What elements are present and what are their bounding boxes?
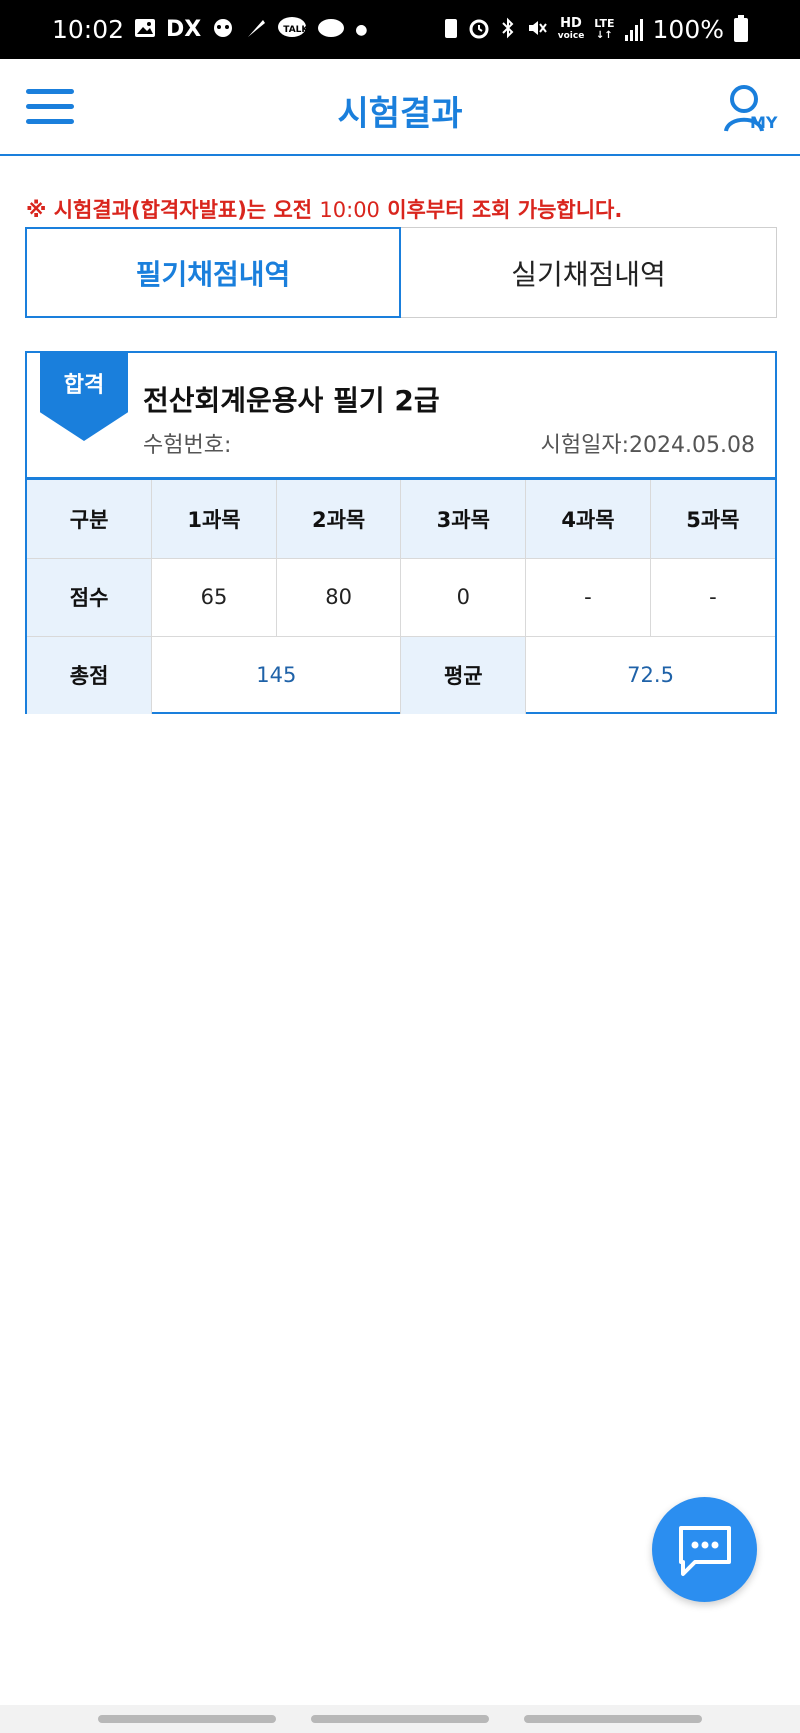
battery-percent: 100% bbox=[652, 15, 724, 44]
notice-mark: ※ bbox=[26, 198, 47, 222]
app-header: 시험결과 MY bbox=[0, 59, 800, 156]
notice-text-after: 이후부터 조회 가능합니다. bbox=[379, 198, 623, 222]
subject-4-score: - bbox=[525, 557, 651, 637]
pass-badge: 합격 bbox=[40, 351, 128, 441]
status-right: HD voice LTE ↓↑ 100% bbox=[444, 14, 748, 44]
talk-label: TALK bbox=[283, 24, 309, 35]
exam-date-value: 2024.05.08 bbox=[629, 433, 755, 458]
subject-2-score: 80 bbox=[275, 557, 402, 637]
nav-back-button[interactable] bbox=[524, 1715, 703, 1723]
average-score: 72.5 bbox=[525, 635, 775, 714]
header-label-cell: 구분 bbox=[27, 480, 153, 559]
nav-home-button[interactable] bbox=[310, 1715, 489, 1723]
result-tabs: 필기채점내역 실기채점내역 bbox=[25, 227, 777, 318]
subject-1-score: 65 bbox=[151, 557, 277, 637]
subject-2-header: 2과목 bbox=[275, 480, 402, 559]
my-label: MY bbox=[750, 113, 778, 132]
exam-number: 수험번호: bbox=[143, 427, 231, 459]
signal-icon bbox=[624, 18, 643, 41]
status-time: 10:02 bbox=[52, 15, 125, 44]
robot-icon bbox=[211, 17, 235, 42]
hd-voice-icon: HD voice bbox=[557, 15, 585, 42]
exam-date-label: 시험일자: bbox=[540, 433, 630, 458]
subject-4-header: 4과목 bbox=[525, 480, 651, 559]
battery-saver-icon bbox=[444, 17, 458, 42]
nav-recent-button[interactable] bbox=[97, 1715, 276, 1723]
hd-label: HD bbox=[560, 15, 582, 31]
exam-number-label: 수험번호: bbox=[143, 433, 232, 458]
page-title: 시험결과 bbox=[337, 94, 463, 134]
notice-time: 10:00 bbox=[319, 198, 380, 222]
average-label-cell: 평균 bbox=[400, 635, 527, 714]
system-nav-bar bbox=[0, 1705, 800, 1733]
subject-5-score: - bbox=[649, 557, 775, 637]
tab-written-score[interactable]: 필기채점내역 bbox=[25, 227, 401, 318]
subject-5-header: 5과목 bbox=[649, 480, 775, 559]
notice-text-before: 시험결과(합격자발표)는 오전 bbox=[46, 198, 320, 222]
card-header: 합격 전산회계운용사 필기 2급 수험번호: 시험일자:2024.05.08 bbox=[27, 351, 775, 480]
chat-bubble-icon bbox=[678, 1525, 731, 1576]
gallery-icon bbox=[134, 18, 156, 41]
status-bar: 10:02 DX TALK ● HD voice LTE ↓↑ 100% bbox=[0, 0, 800, 59]
cloud-icon bbox=[317, 17, 345, 42]
alarm-icon bbox=[468, 17, 490, 42]
exam-date: 시험일자:2024.05.08 bbox=[541, 427, 755, 459]
chat-button[interactable] bbox=[652, 1497, 757, 1602]
table-row-summary: 총점 145 평균 72.5 bbox=[27, 635, 775, 714]
feather-icon bbox=[245, 17, 267, 42]
total-score: 145 bbox=[151, 635, 402, 714]
dx-icon: DX bbox=[166, 16, 202, 42]
dot-icon: ● bbox=[355, 21, 368, 38]
table-row-header: 구분 1과목 2과목 3과목 4과목 5과목 bbox=[27, 480, 775, 559]
subject-1-header: 1과목 bbox=[151, 480, 277, 559]
status-left: 10:02 DX TALK ● bbox=[52, 15, 368, 44]
table-row-scores: 점수 65 80 0 - - bbox=[27, 557, 775, 637]
exam-result-card: 합격 전산회계운용사 필기 2급 수험번호: 시험일자:2024.05.08 구… bbox=[25, 351, 777, 714]
total-label-cell: 총점 bbox=[27, 635, 153, 714]
lte-icon: LTE ↓↑ bbox=[594, 16, 615, 41]
subject-3-score: 0 bbox=[400, 557, 527, 637]
tab-practical-score[interactable]: 실기채점내역 bbox=[401, 227, 777, 318]
voice-label: voice bbox=[557, 30, 585, 41]
bluetooth-icon bbox=[500, 17, 516, 42]
lte-label: LTE bbox=[594, 16, 615, 30]
exam-name: 전산회계운용사 필기 2급 bbox=[143, 384, 440, 417]
mute-icon bbox=[526, 17, 548, 42]
battery-icon bbox=[734, 14, 748, 42]
user-my-icon[interactable]: MY bbox=[722, 81, 782, 141]
score-table: 구분 1과목 2과목 3과목 4과목 5과목 점수 65 80 0 - - 총점… bbox=[27, 480, 775, 714]
score-label-cell: 점수 bbox=[27, 557, 153, 637]
subject-3-header: 3과목 bbox=[400, 480, 527, 559]
notice-text: ※ 시험결과(합격자발표)는 오전 10:00 이후부터 조회 가능합니다. bbox=[26, 194, 786, 224]
